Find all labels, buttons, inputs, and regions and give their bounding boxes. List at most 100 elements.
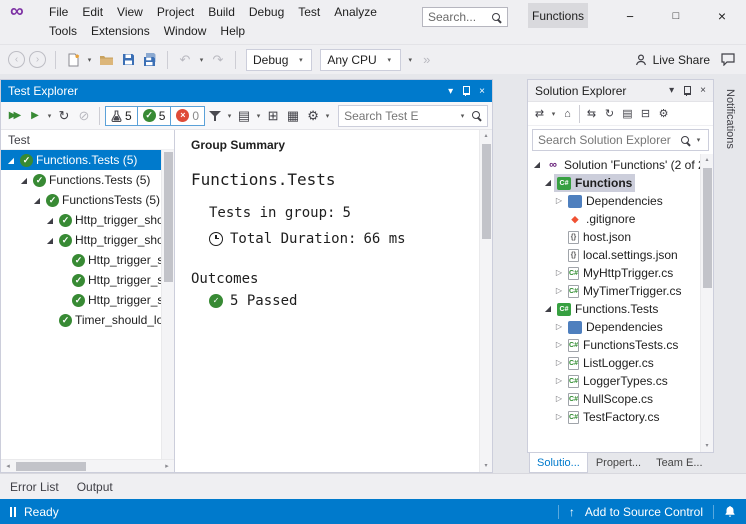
settings-chevron-icon[interactable]: ▾: [323, 112, 332, 120]
solution-tree-item[interactable]: ▷C#MyHttpTrigger.cs: [528, 264, 700, 282]
window-position-icon[interactable]: ▾: [669, 85, 674, 96]
collapse-all-icon[interactable]: ⊟: [637, 104, 654, 124]
solution-tree-item[interactable]: ▷C#TestFactory.cs: [528, 408, 700, 426]
filter-chevron-icon[interactable]: ▾: [225, 112, 234, 120]
solution-tree-item[interactable]: ▷C#ListLogger.cs: [528, 354, 700, 372]
menu-debug[interactable]: Debug: [242, 3, 291, 22]
quick-launch-search[interactable]: Search...: [422, 7, 508, 27]
solution-tree-item[interactable]: ▷C#LoggerTypes.cs: [528, 372, 700, 390]
playlist-icon[interactable]: ▤: [234, 106, 254, 126]
collapse-icon[interactable]: ◢: [531, 156, 543, 174]
menu-view[interactable]: View: [110, 3, 150, 22]
solution-platform-combo[interactable]: Any CPU ▾: [320, 49, 400, 71]
playlist-chevron-icon[interactable]: ▾: [254, 112, 263, 120]
scroll-right-icon[interactable]: ▸: [161, 462, 173, 470]
pin-icon[interactable]: [682, 85, 692, 97]
run-tests-button[interactable]: ▶: [25, 106, 45, 126]
chevron-down-icon[interactable]: ▾: [85, 56, 94, 64]
solution-tree-item[interactable]: ◢C#Functions: [528, 174, 700, 192]
minimize-button[interactable]: −: [618, 5, 642, 27]
search-chevron-icon[interactable]: ▾: [694, 136, 703, 144]
navigate-forward-icon[interactable]: ›: [29, 51, 46, 68]
scroll-left-icon[interactable]: ◂: [2, 462, 14, 470]
close-icon[interactable]: ×: [479, 86, 485, 97]
menu-window[interactable]: Window: [157, 22, 214, 41]
expand-icon[interactable]: ▷: [553, 354, 565, 372]
menu-edit[interactable]: Edit: [75, 3, 110, 22]
menu-tools[interactable]: Tools: [42, 22, 84, 41]
solution-tree-item[interactable]: ▷C#NullScope.cs: [528, 390, 700, 408]
solution-tree-item[interactable]: ◢C#Functions.Tests: [528, 300, 700, 318]
properties-icon[interactable]: ⚙: [655, 104, 672, 124]
close-button[interactable]: ×: [710, 5, 734, 27]
toolbar-overflow-icon[interactable]: »: [417, 50, 437, 70]
filter-icon[interactable]: [205, 106, 225, 126]
failed-tests-filter-button[interactable]: × 0: [170, 106, 205, 126]
test-search-input[interactable]: Search Test E ▾: [338, 105, 488, 127]
test-tree-item[interactable]: ✓Http_trigger_sho: [1, 250, 161, 270]
notifications-tab[interactable]: Notifications: [721, 81, 739, 157]
notifications-bell-icon[interactable]: [724, 505, 736, 518]
refresh-icon[interactable]: ↻: [601, 104, 618, 124]
solution-tree-item[interactable]: ◢∞Solution 'Functions' (2 of 2 p: [528, 156, 700, 174]
solution-tree-item[interactable]: ▷Dependencies: [528, 192, 700, 210]
menu-project[interactable]: Project: [150, 3, 201, 22]
pin-icon[interactable]: [461, 85, 471, 97]
solution-explorer-titlebar[interactable]: Solution Explorer ▾ ×: [528, 80, 713, 102]
switch-views-icon[interactable]: ⇄: [531, 104, 548, 124]
group-by-icon[interactable]: ⊞: [263, 106, 283, 126]
collapse-icon[interactable]: ◢: [44, 216, 56, 225]
collapse-icon[interactable]: ◢: [542, 174, 554, 192]
bottom-tab-output[interactable]: Output: [77, 480, 113, 494]
collapse-icon[interactable]: ◢: [542, 300, 554, 318]
close-icon[interactable]: ×: [700, 85, 706, 96]
switch-views-chevron-icon[interactable]: ▾: [549, 110, 558, 118]
save-icon[interactable]: [118, 50, 138, 70]
test-tree-item[interactable]: ◢✓Http_trigger_shoul: [1, 230, 161, 250]
tool-window-tab-propert[interactable]: Propert...: [589, 453, 648, 473]
test-column-header[interactable]: Test: [1, 130, 174, 150]
menu-analyze[interactable]: Analyze: [327, 3, 384, 22]
menu-extensions[interactable]: Extensions: [84, 22, 157, 41]
menu-test[interactable]: Test: [291, 3, 327, 22]
open-file-icon[interactable]: [96, 50, 116, 70]
expand-icon[interactable]: ▷: [553, 318, 565, 336]
feedback-icon[interactable]: [718, 50, 738, 70]
repeat-last-run-button[interactable]: ↻: [54, 106, 74, 126]
test-tree-horizontal-scrollbar[interactable]: ◂ ▸: [1, 459, 174, 472]
scroll-down-icon[interactable]: ▾: [484, 460, 487, 472]
scroll-up-icon[interactable]: ▴: [705, 154, 708, 166]
test-explorer-titlebar[interactable]: Test Explorer ▾ ×: [1, 80, 492, 102]
sync-with-active-document-icon[interactable]: ⇆: [583, 104, 600, 124]
solution-tree-item[interactable]: ▷C#FunctionsTests.cs: [528, 336, 700, 354]
solution-tree-item[interactable]: {}host.json: [528, 228, 700, 246]
expand-icon[interactable]: ▷: [553, 264, 565, 282]
summary-scrollbar[interactable]: ▴ ▾: [479, 130, 492, 472]
expand-icon[interactable]: ▷: [553, 282, 565, 300]
maximize-button[interactable]: □: [664, 5, 688, 27]
total-tests-filter-button[interactable]: 5: [105, 106, 138, 126]
layers-icon[interactable]: ▦: [283, 106, 303, 126]
solution-search-input[interactable]: Search Solution Explorer ▾: [532, 129, 709, 151]
test-tree-item[interactable]: ✓Http_trigger_sho: [1, 290, 161, 310]
test-tree-item[interactable]: ◢✓FunctionsTests (5): [1, 190, 161, 210]
test-tree-item[interactable]: ✓Http_trigger_sho: [1, 270, 161, 290]
tool-window-tab-solutio[interactable]: Solutio...: [529, 453, 588, 473]
background-tasks-icon[interactable]: [10, 507, 16, 517]
solution-tree-item[interactable]: ◆.gitignore: [528, 210, 700, 228]
expand-icon[interactable]: ▷: [553, 408, 565, 426]
tool-window-tab-team-e[interactable]: Team E...: [649, 453, 709, 473]
passed-tests-filter-button[interactable]: ✓ 5: [137, 106, 172, 126]
save-all-icon[interactable]: [140, 50, 160, 70]
settings-gear-icon[interactable]: ⚙: [303, 106, 323, 126]
solution-tree-item[interactable]: {}local.settings.json: [528, 246, 700, 264]
solution-tree-item[interactable]: ▷Dependencies: [528, 318, 700, 336]
collapse-icon[interactable]: ◢: [18, 176, 30, 185]
new-project-icon[interactable]: [63, 50, 83, 70]
show-all-files-icon[interactable]: ▤: [619, 104, 636, 124]
run-options-chevron-icon[interactable]: ▾: [45, 112, 54, 120]
expand-icon[interactable]: ▷: [553, 390, 565, 408]
home-icon[interactable]: ⌂: [559, 104, 576, 124]
test-tree-scrollbar[interactable]: [161, 150, 174, 459]
solution-tree-item[interactable]: ▷C#MyTimerTrigger.cs: [528, 282, 700, 300]
